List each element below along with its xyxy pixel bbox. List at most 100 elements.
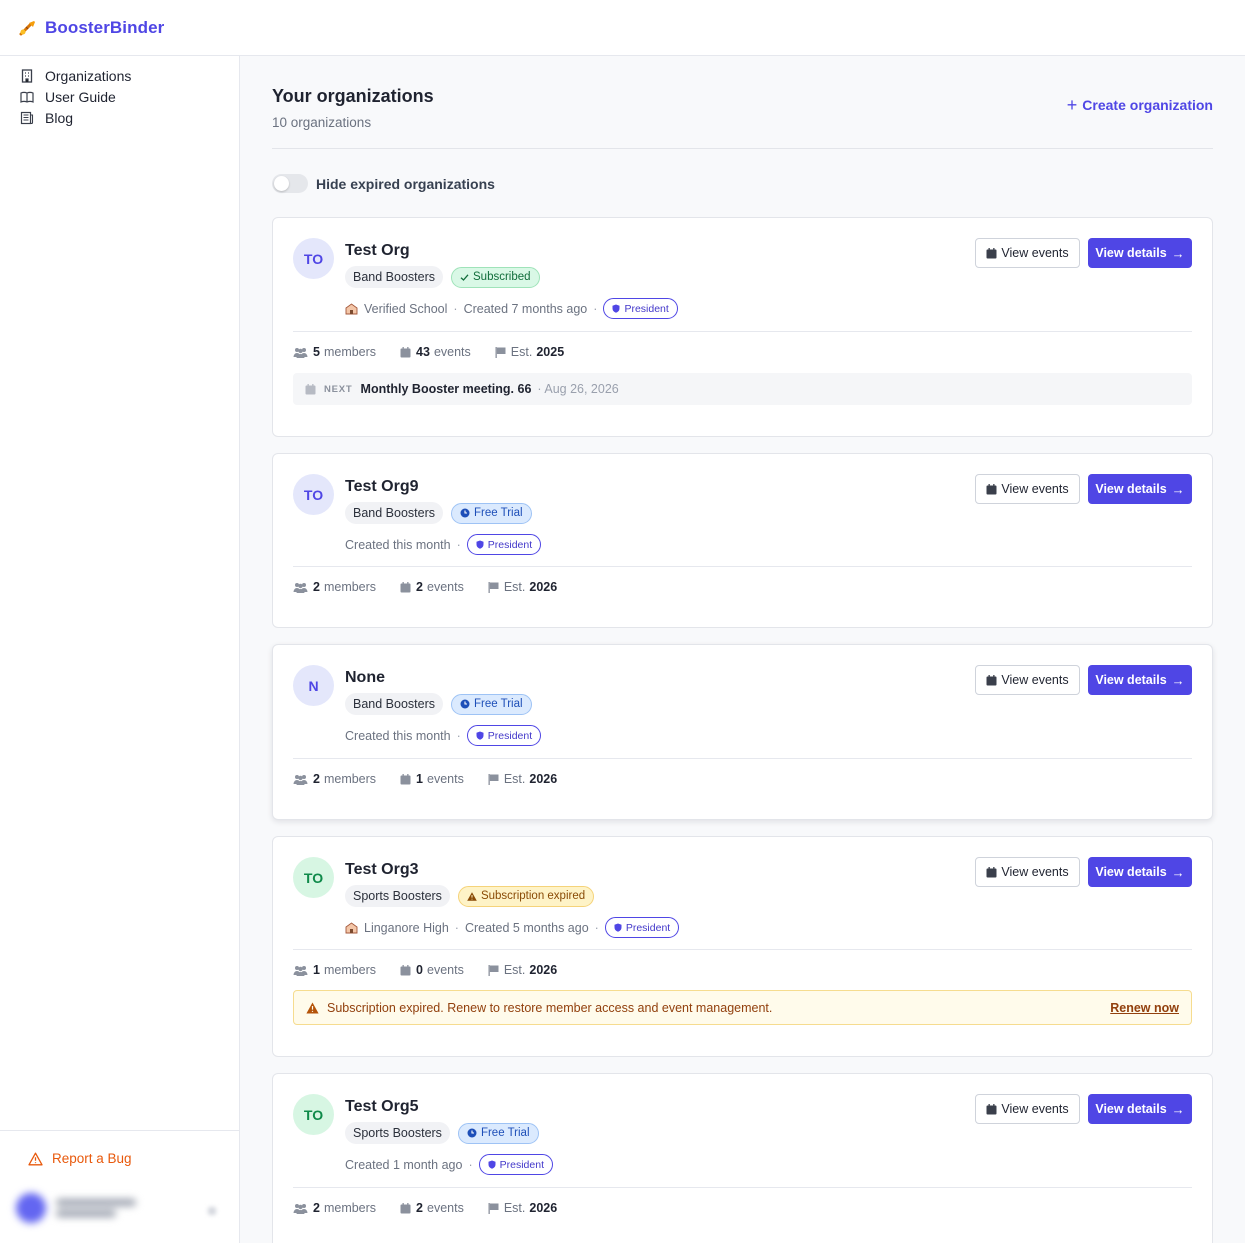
organization-card: TO Test Org Band Boosters Subscribed Ver… [272, 217, 1213, 437]
shield-icon [612, 304, 620, 313]
est-year: 2026 [529, 963, 558, 977]
flag-icon [495, 346, 506, 358]
chevron-icon [208, 1207, 216, 1215]
status-badge: Subscription expired [457, 885, 595, 907]
org-avatar: TO [293, 474, 334, 515]
org-stats: 5 members 43 events Est. 2025 [293, 345, 592, 359]
role-label: President [624, 302, 669, 315]
members-count: 2 [313, 772, 320, 786]
view-events-label: View events [1001, 1102, 1069, 1116]
warning-icon [28, 1152, 43, 1165]
members-stat: 1 members [293, 963, 376, 977]
create-organization-button[interactable]: + Create organization [1067, 96, 1213, 114]
separator: · [468, 1157, 473, 1172]
calendar-icon [986, 483, 997, 494]
events-stat: 43 events [400, 345, 471, 359]
view-events-button[interactable]: View events [975, 665, 1080, 695]
flag-icon [488, 773, 499, 785]
calendar-icon [400, 581, 411, 592]
org-avatar: TO [293, 857, 334, 898]
est-label: Est. [503, 772, 526, 786]
org-type-tag: Band Boosters [345, 502, 443, 524]
view-events-button[interactable]: View events [975, 857, 1080, 887]
members-label: members [323, 1201, 377, 1215]
members-stat: 5 members [293, 345, 376, 359]
view-events-label: View events [1001, 673, 1069, 687]
view-events-label: View events [1001, 246, 1069, 260]
view-events-button[interactable]: View events [975, 238, 1080, 268]
separator: · [454, 920, 459, 935]
clock-icon [467, 1128, 477, 1138]
next-event-date: · Aug 26, 2026 [537, 382, 619, 396]
members-stat: 2 members [293, 1201, 376, 1215]
sidebar-item-user-guide[interactable]: User Guide [0, 86, 239, 107]
sidebar-item-label: User Guide [45, 88, 116, 105]
organization-card: N None Band Boosters Free Trial Created … [272, 644, 1213, 820]
create-organization-label: Create organization [1082, 97, 1213, 113]
view-details-button[interactable]: View details → [1088, 1094, 1192, 1124]
clock-icon [460, 699, 470, 709]
hide-expired-toggle[interactable] [272, 174, 308, 193]
org-type-tag: Sports Boosters [345, 1122, 450, 1144]
view-details-label: View details [1095, 1102, 1167, 1116]
calendar-icon [986, 1103, 997, 1114]
role-pill: President [466, 534, 542, 555]
events-label: events [427, 1201, 464, 1215]
view-details-label: View details [1095, 246, 1167, 260]
org-name: Test Org5 [345, 1098, 419, 1115]
arrow-right-icon: → [1171, 672, 1185, 688]
sidebar-item-label: Blog [45, 109, 74, 126]
view-details-label: View details [1095, 673, 1167, 687]
next-event-title: Monthly Booster meeting. 66 [360, 382, 532, 396]
created-date: Created this month [345, 728, 451, 743]
sidebar-item-blog[interactable]: Blog [0, 107, 239, 128]
org-name: Test Org9 [345, 478, 419, 495]
status-label: Subscription expired [480, 890, 586, 902]
shield-icon [488, 1160, 496, 1169]
events-stat: 0 events [400, 963, 464, 977]
established-stat: Est. 2025 [495, 345, 568, 359]
school-name: Linganore High [364, 920, 449, 935]
view-events-label: View events [1001, 865, 1069, 879]
role-label: President [625, 921, 671, 934]
expired-warning: Subscription expired. Renew to restore m… [293, 990, 1192, 1025]
organization-card: TO Test Org5 Sports Boosters Free Trial … [272, 1073, 1213, 1243]
shield-icon [476, 731, 484, 740]
brand-name[interactable]: BoosterBinder [45, 18, 164, 38]
arrow-right-icon: → [1171, 481, 1185, 497]
events-stat: 2 events [400, 580, 464, 594]
events-count: 2 [416, 580, 423, 594]
role-pill: President [478, 1154, 553, 1175]
hide-expired-filter: Hide expired organizations [272, 174, 495, 193]
status-label: Free Trial [474, 507, 523, 519]
members-count: 1 [313, 963, 320, 977]
report-bug-link[interactable]: Report a Bug [0, 1151, 239, 1166]
arrow-right-icon: → [1171, 245, 1185, 261]
events-count: 1 [416, 772, 423, 786]
view-events-label: View events [1001, 482, 1069, 496]
divider [272, 148, 1213, 149]
sidebar-item-organizations[interactable]: Organizations [0, 65, 239, 86]
events-label: events [433, 345, 471, 359]
divider [293, 758, 1192, 759]
view-events-button[interactable]: View events [975, 474, 1080, 504]
separator: · [593, 301, 598, 316]
next-event-bar[interactable]: NEXT Monthly Booster meeting. 66 · Aug 2… [293, 373, 1192, 405]
view-details-button[interactable]: View details → [1088, 238, 1192, 268]
view-details-button[interactable]: View details → [1088, 665, 1192, 695]
view-events-button[interactable]: View events [975, 1094, 1080, 1124]
view-details-button[interactable]: View details → [1088, 857, 1192, 887]
members-stat: 2 members [293, 580, 376, 594]
warning-text: Subscription expired. Renew to restore m… [327, 1000, 773, 1015]
user-profile-menu[interactable] [16, 1193, 136, 1223]
members-label: members [323, 963, 377, 977]
created-date: Created 5 months ago [464, 920, 589, 935]
view-details-button[interactable]: View details → [1088, 474, 1192, 504]
user-info-redacted [56, 1195, 136, 1221]
users-icon [293, 1203, 308, 1214]
established-stat: Est. 2026 [488, 963, 561, 977]
renew-now-link[interactable]: Renew now [1110, 1001, 1179, 1015]
est-year: 2025 [536, 345, 565, 359]
users-icon [293, 582, 308, 593]
created-date: Created 7 months ago [463, 301, 588, 316]
